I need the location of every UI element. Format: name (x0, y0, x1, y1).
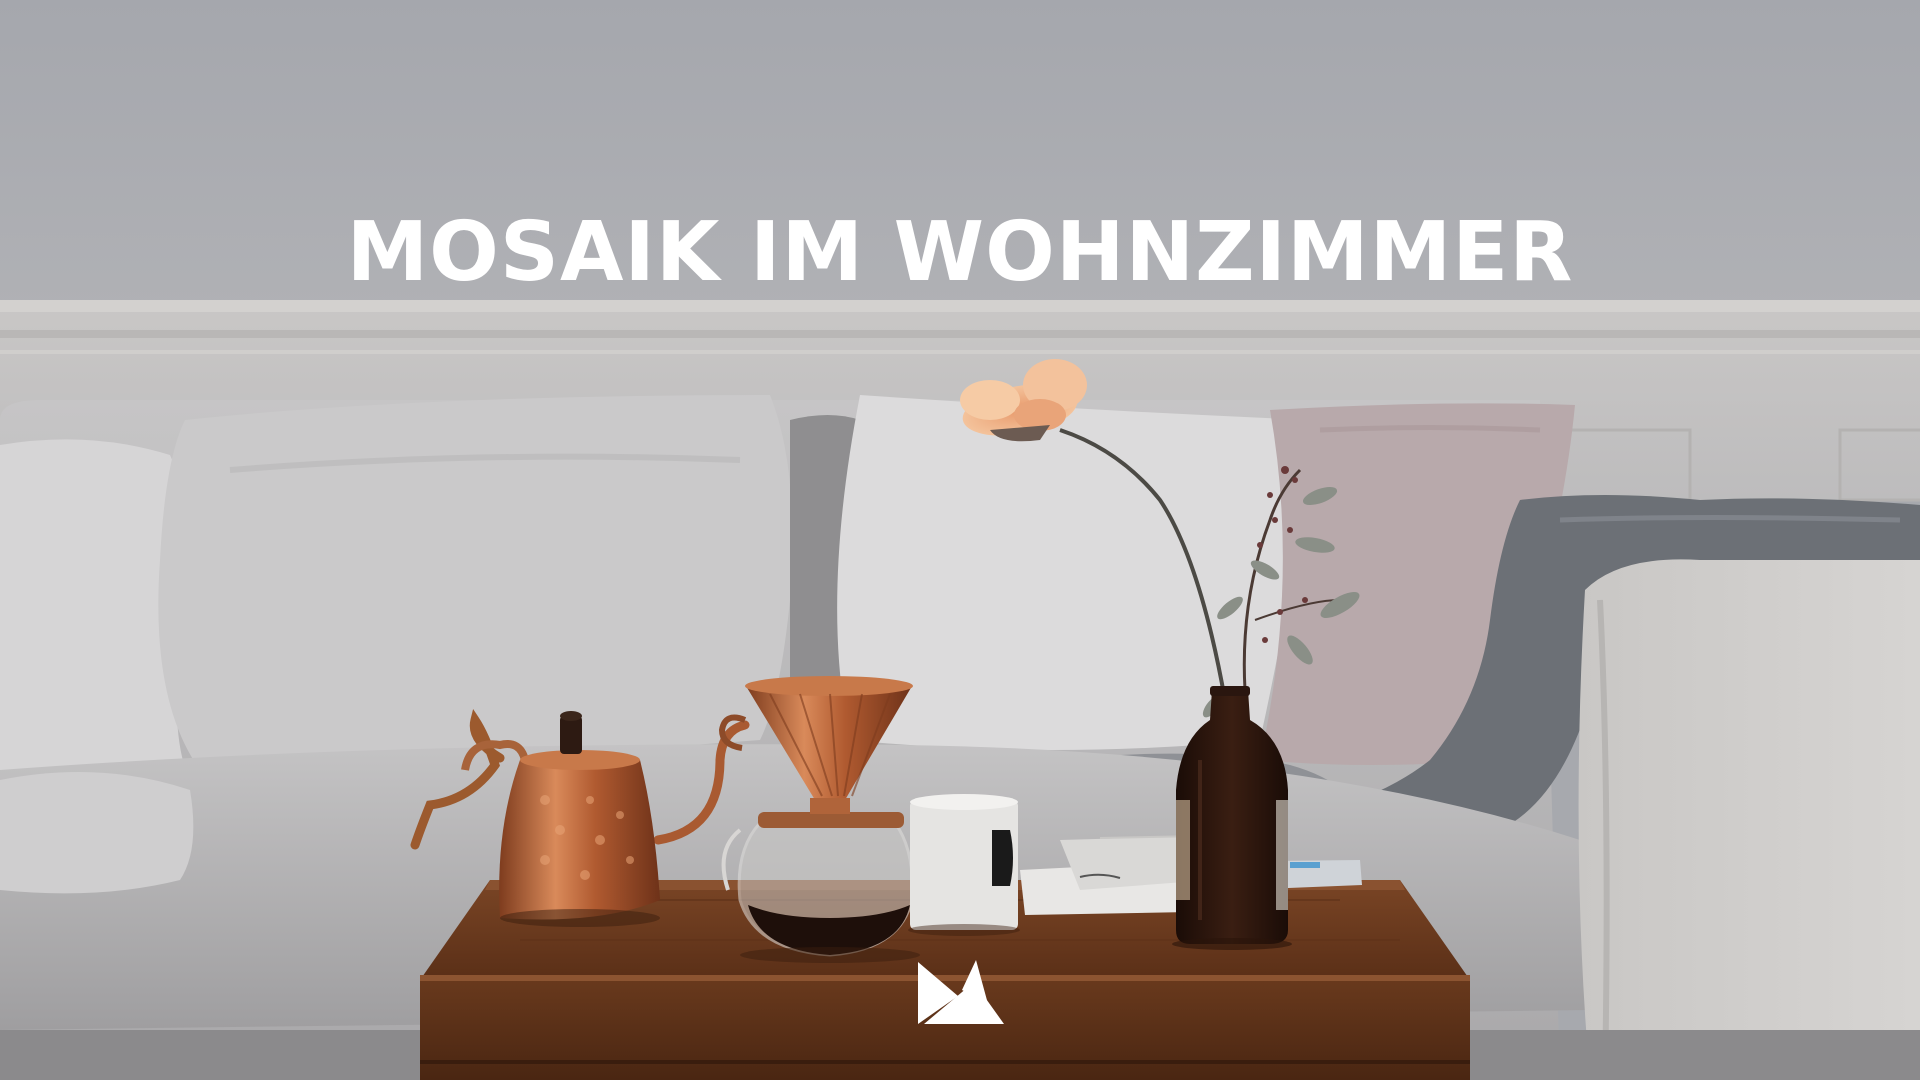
hero-scene: MOSAIK IM WOHNZIMMER (0, 0, 1920, 1080)
mosaik-brand-logo (918, 960, 1004, 1024)
living-room-photo (0, 0, 1920, 1080)
page-headline: MOSAIK IM WOHNZIMMER (346, 205, 1574, 300)
